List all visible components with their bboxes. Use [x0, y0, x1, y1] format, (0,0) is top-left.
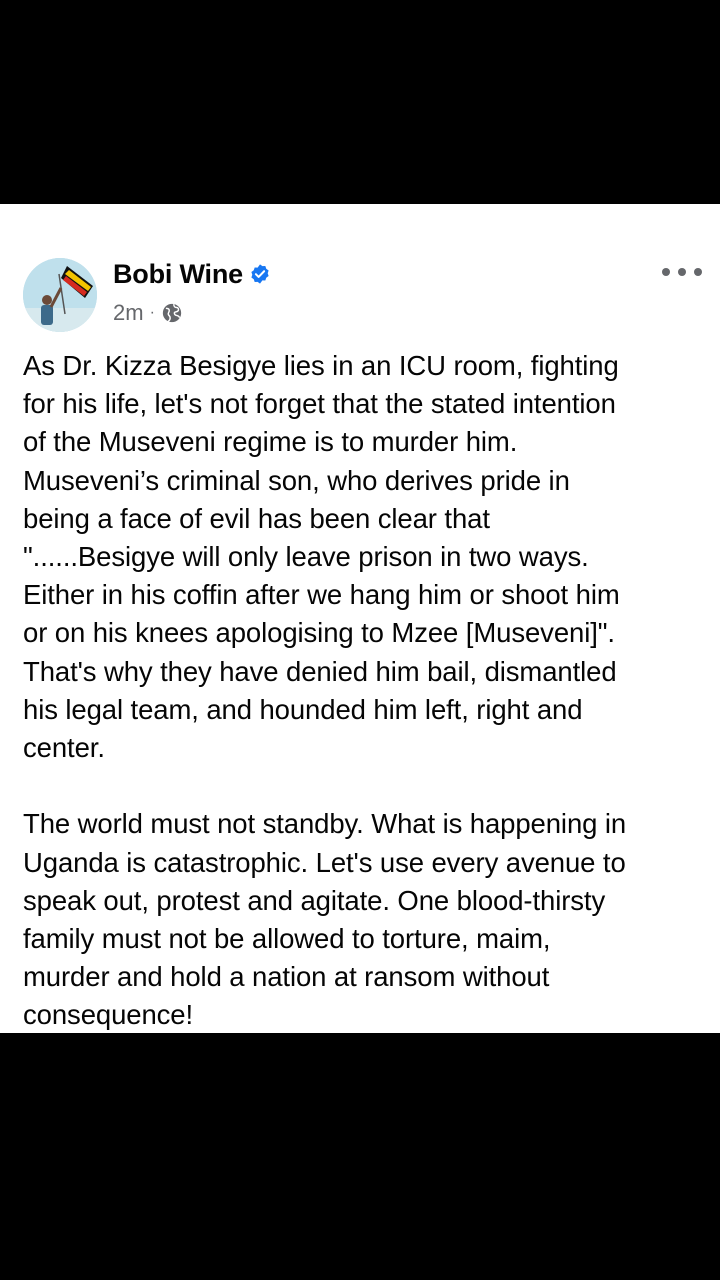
more-dot	[694, 268, 702, 276]
author-name[interactable]: Bobi Wine	[113, 259, 243, 290]
meta-separator: ·	[149, 304, 155, 321]
post-card: Bobi Wine 2m · As Dr. Kizza Besigye lies…	[0, 204, 720, 1033]
post-text: As Dr. Kizza Besigye lies in an ICU room…	[23, 347, 703, 1035]
post-paragraph: The world must not standby. What is happ…	[23, 808, 627, 1031]
more-dot	[662, 268, 670, 276]
author-avatar[interactable]	[23, 258, 97, 332]
post-meta: 2m ·	[113, 298, 183, 328]
verified-badge-icon	[251, 264, 269, 284]
post-timestamp[interactable]: 2m	[113, 300, 144, 326]
globe-icon[interactable]	[161, 302, 183, 324]
author-row: Bobi Wine	[113, 256, 271, 292]
more-dot	[678, 268, 686, 276]
more-options-icon[interactable]	[662, 260, 702, 284]
avatar-image	[23, 258, 97, 332]
post-paragraph: As Dr. Kizza Besigye lies in an ICU room…	[23, 350, 620, 764]
